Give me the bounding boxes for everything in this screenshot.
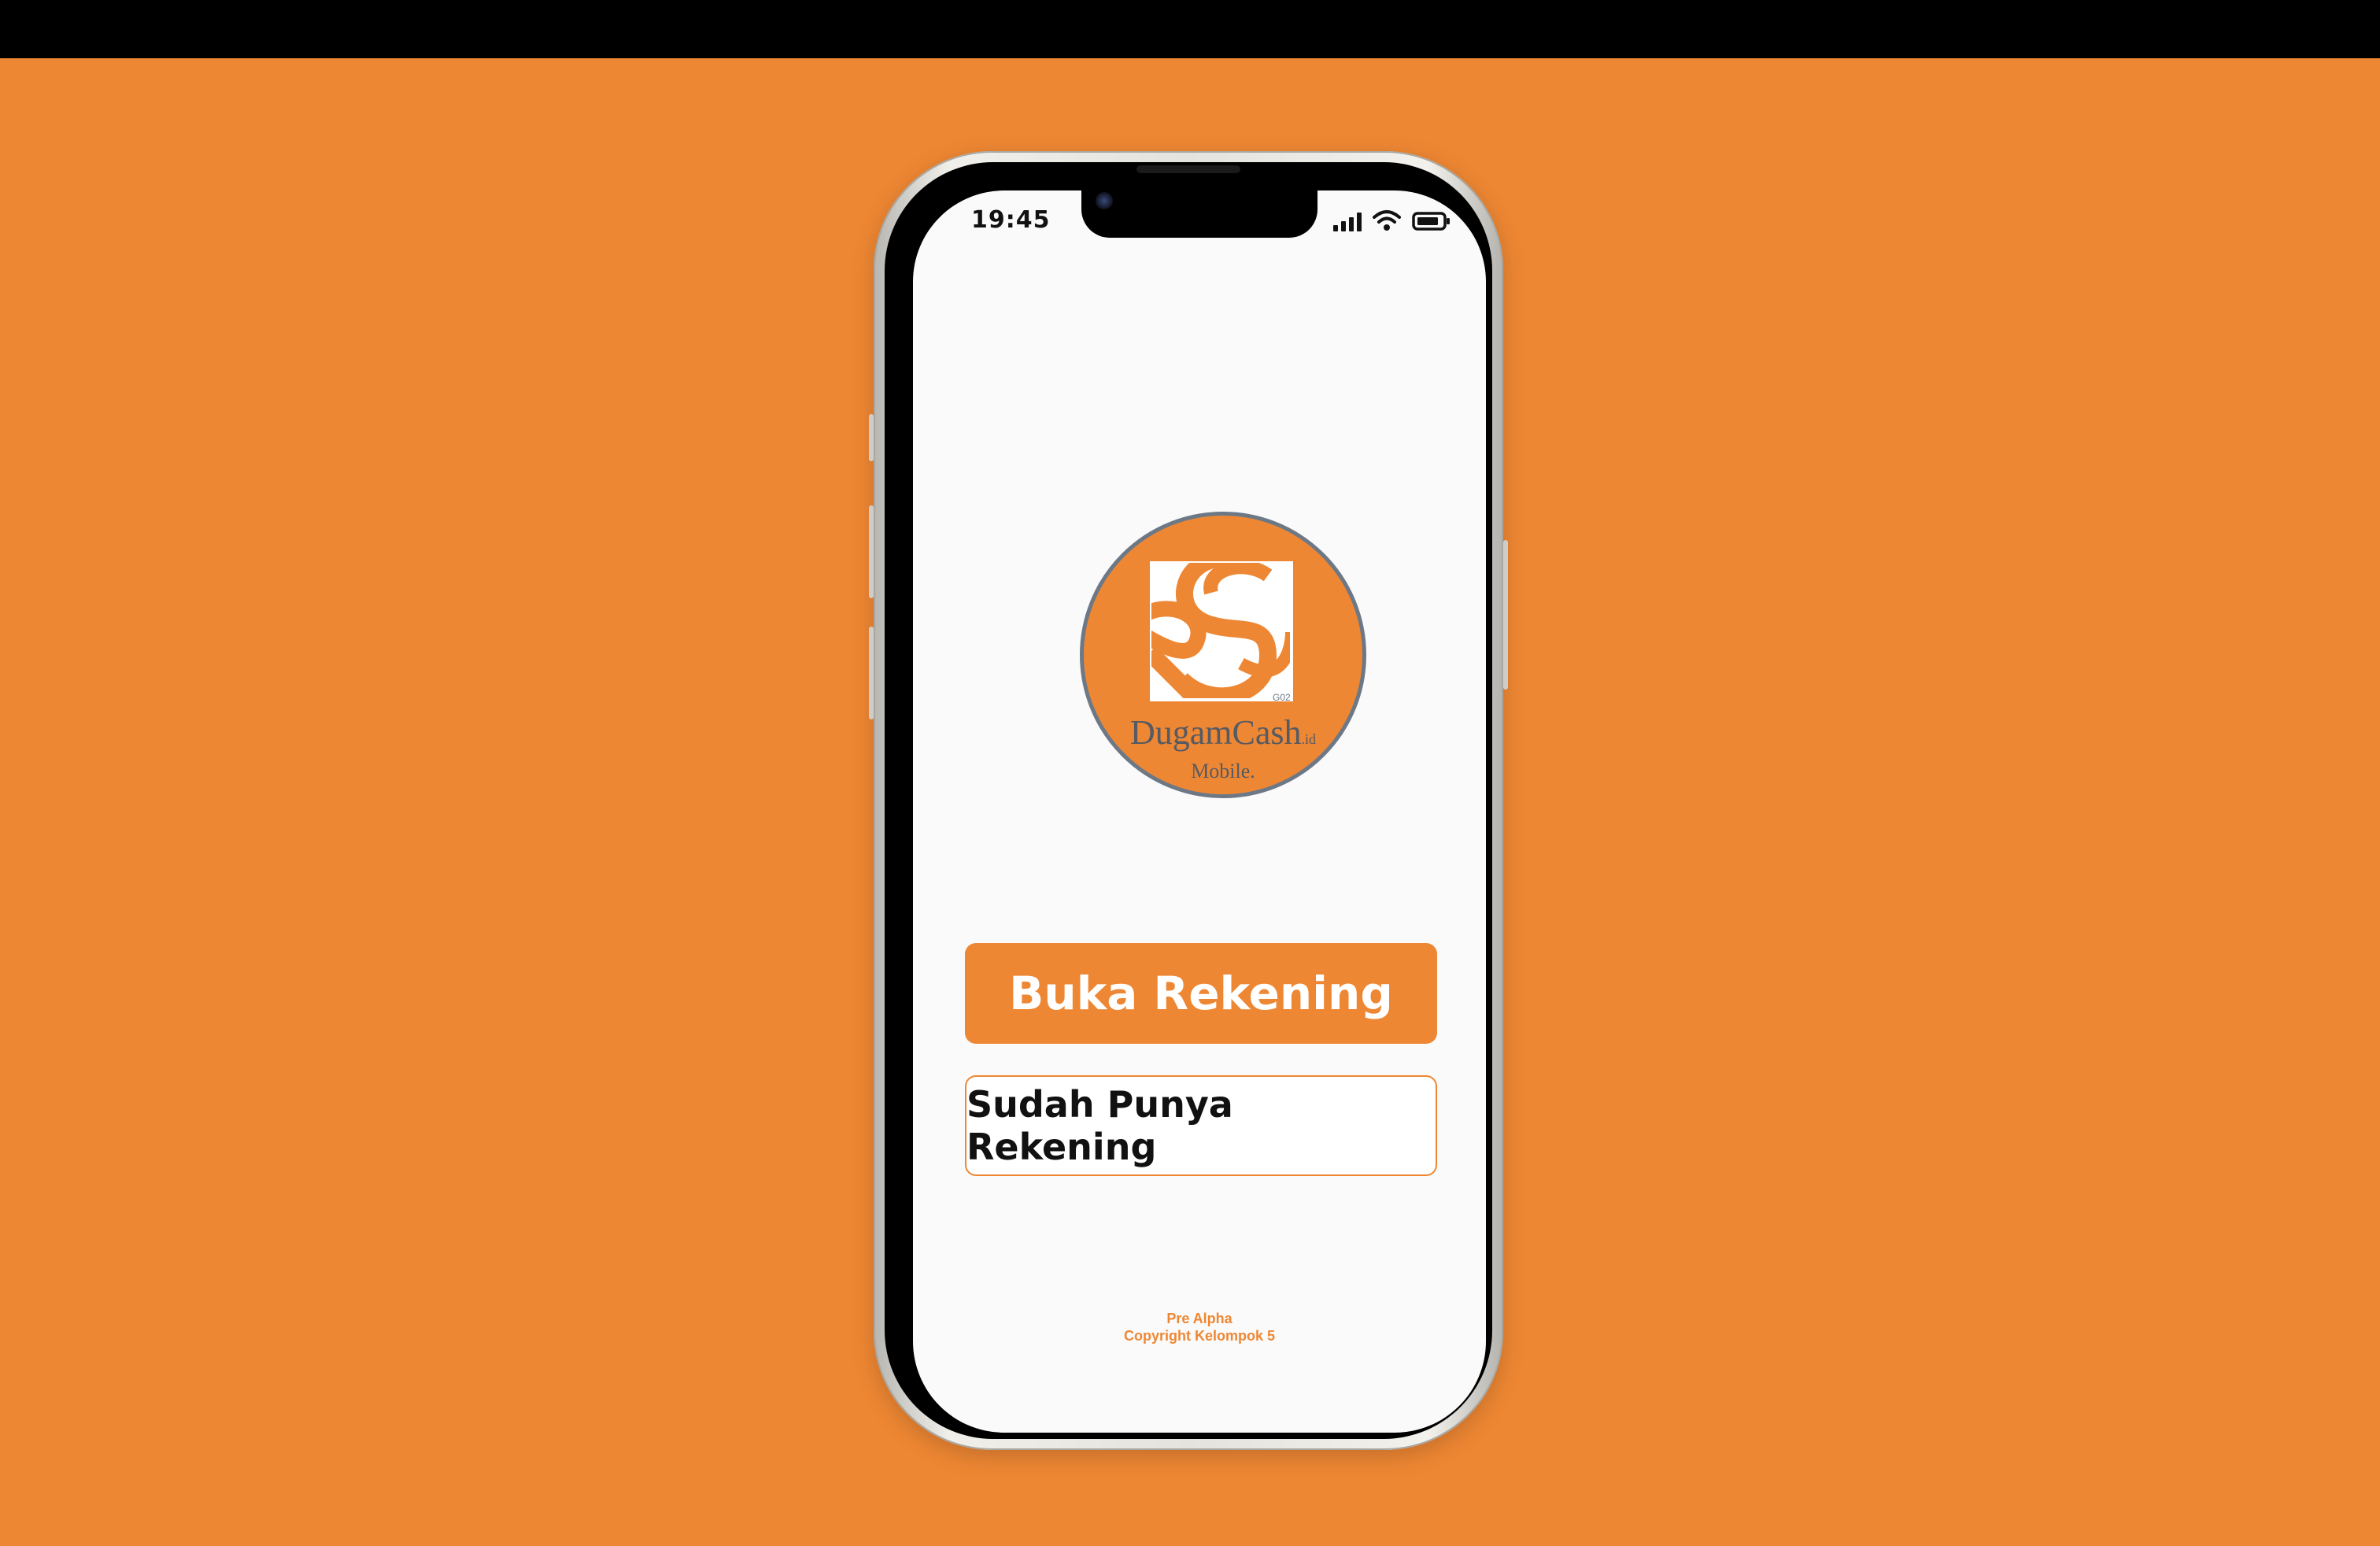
logo-brand: DugamCash.id xyxy=(1084,712,1362,753)
status-icons xyxy=(1333,209,1451,231)
sudah-punya-rekening-button[interactable]: Sudah Punya Rekening xyxy=(965,1075,1437,1176)
earpiece-speaker xyxy=(1136,165,1240,173)
logo-brand-name: DugamCash xyxy=(1129,713,1302,752)
camera-icon xyxy=(1096,192,1113,209)
signal-icon xyxy=(1333,211,1362,231)
status-time: 19:45 xyxy=(971,206,1051,234)
phone-frame: 19:45 G02 DugamCash.id Mobile. Buka Reke… xyxy=(869,151,1508,1450)
logo-tagline: Mobile. xyxy=(1191,760,1255,782)
logo-brand-suffix: .id xyxy=(1301,731,1317,747)
footer-copyright: Copyright Kelompok 5 xyxy=(1123,1328,1275,1344)
phone-screen: 19:45 G02 DugamCash.id Mobile. Buka Reke… xyxy=(913,190,1486,1433)
notch xyxy=(1081,190,1318,238)
battery-icon xyxy=(1412,212,1450,231)
logo-code: G02 xyxy=(1273,692,1291,703)
silent-switch xyxy=(869,414,874,461)
power-button xyxy=(1503,540,1508,690)
footer-version: Pre Alpha xyxy=(1166,1311,1232,1326)
phone-bezel: 19:45 G02 DugamCash.id Mobile. Buka Reke… xyxy=(885,162,1492,1439)
volume-up-button xyxy=(869,505,874,598)
volume-down-button xyxy=(869,627,874,719)
dugamcash-logo: G02 DugamCash.id Mobile. xyxy=(1080,512,1366,798)
wifi-icon xyxy=(1373,210,1401,231)
top-black-bar xyxy=(0,0,2380,58)
buka-rekening-button[interactable]: Buka Rekening xyxy=(965,943,1437,1044)
logo-mark-icon xyxy=(1150,561,1295,706)
